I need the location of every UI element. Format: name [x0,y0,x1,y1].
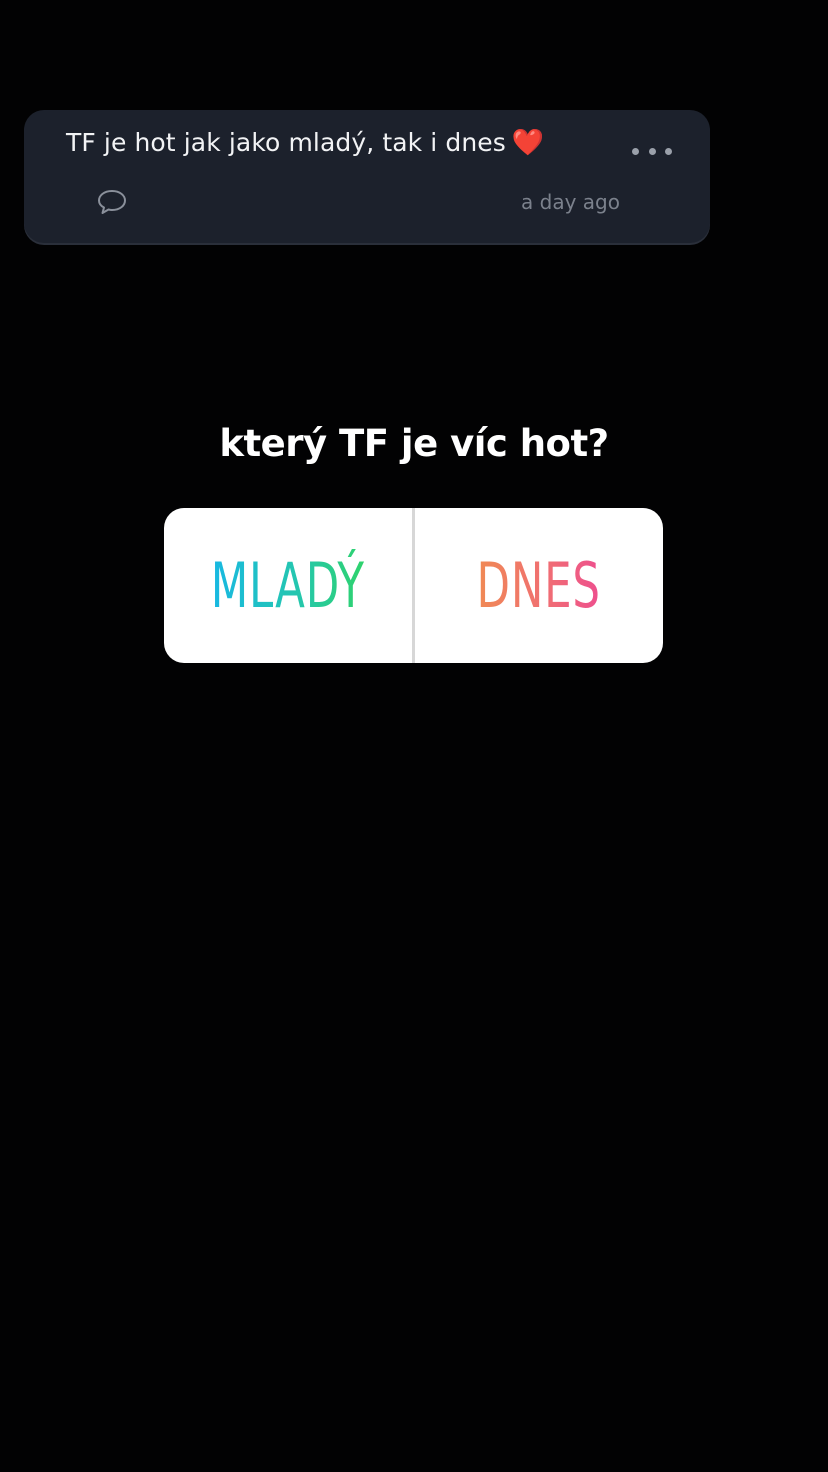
more-dots-icon [632,147,639,155]
speech-bubble-icon[interactable] [96,188,128,216]
poll-option-dnes[interactable]: DNES [415,508,663,663]
poll-option-label: DNES [476,549,602,622]
comment-card: TF je hot jak jako mladý, tak i dnes ❤️ a… [24,110,710,243]
comment-timestamp: a day ago [521,190,620,214]
heart-emoji: ❤️ [511,128,545,158]
poll-sticker: MLADÝ DNES [164,508,663,663]
comment-text: TF je hot jak jako mladý, tak i dnes ❤️ [66,128,545,158]
poll-option-mlady[interactable]: MLADÝ [164,508,412,663]
story-screen: TF je hot jak jako mladý, tak i dnes ❤️ a… [0,0,828,1472]
poll-question: který TF je víc hot? [219,422,609,465]
poll-option-label: MLADÝ [211,549,365,622]
more-options-button[interactable] [632,140,672,162]
